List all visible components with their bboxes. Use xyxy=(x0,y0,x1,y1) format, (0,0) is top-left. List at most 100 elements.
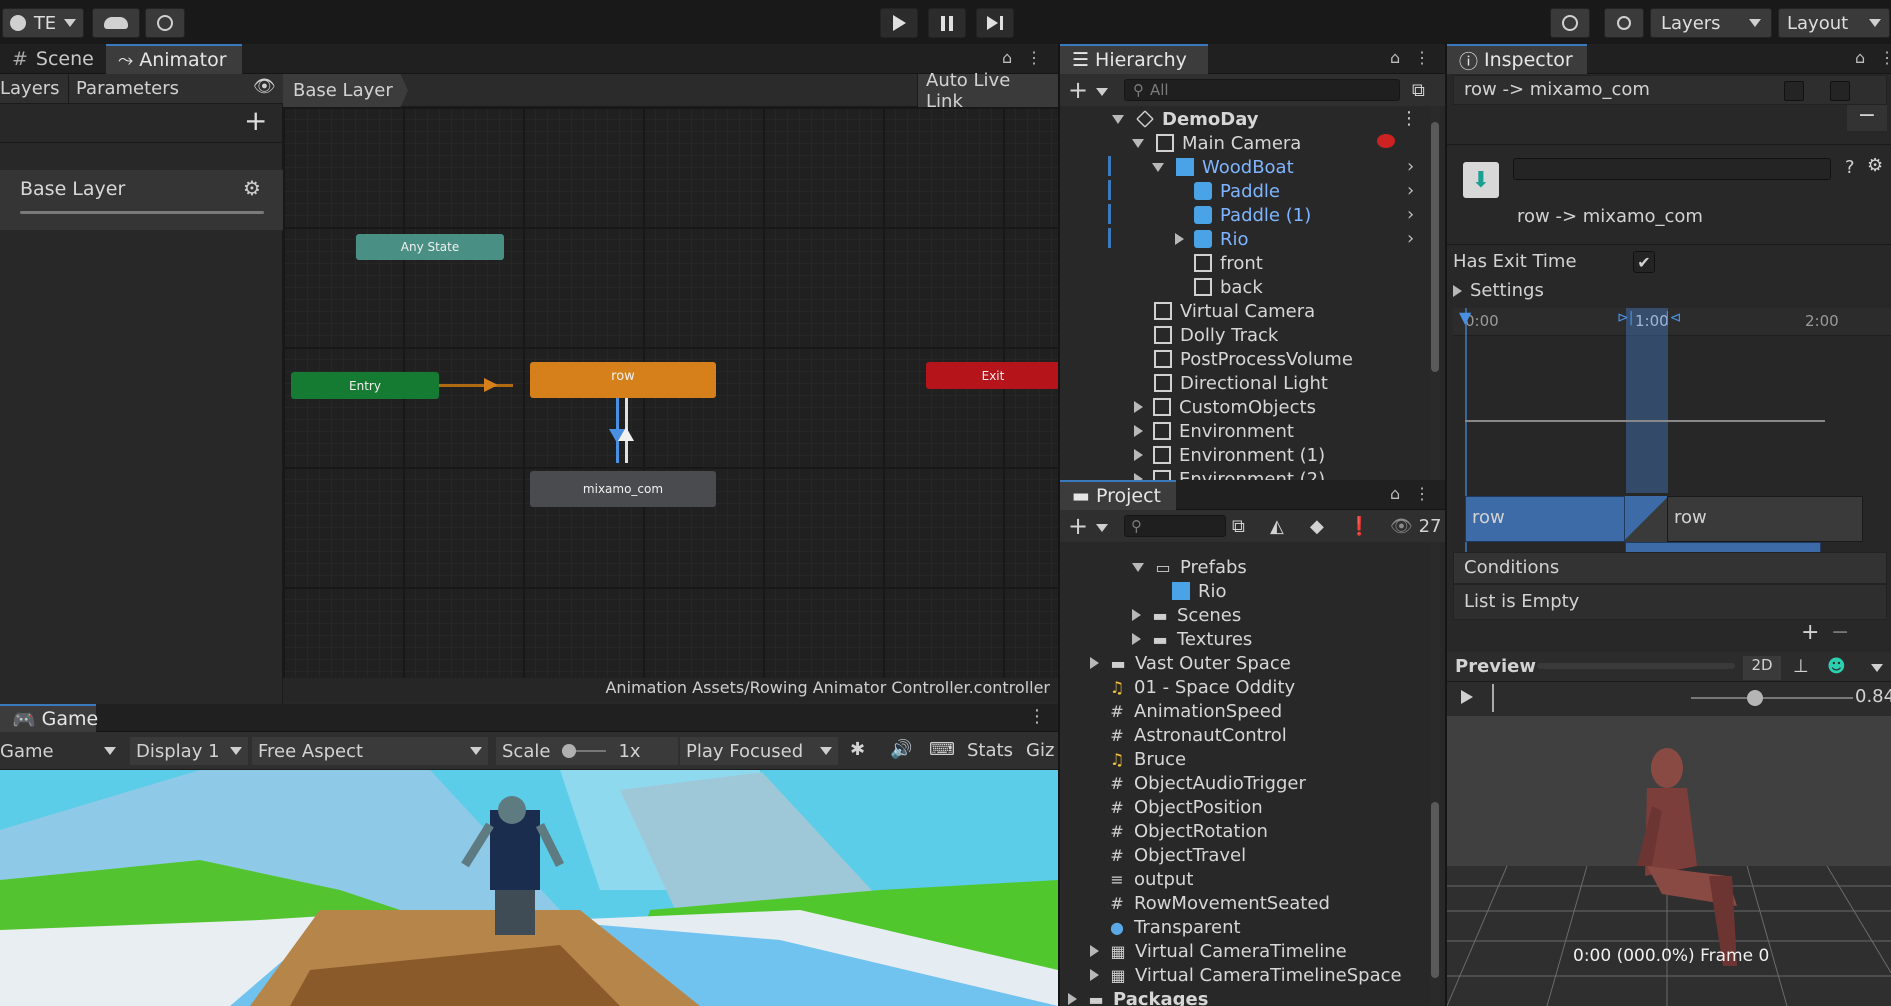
expand-icon[interactable] xyxy=(1112,114,1124,124)
more-options-icon[interactable]: ⋮ xyxy=(1414,484,1430,503)
chevron-down-icon[interactable] xyxy=(1871,664,1883,672)
play-focused-dropdown[interactable]: Play Focused xyxy=(680,737,838,765)
has-exit-time-checkbox[interactable]: ✔ xyxy=(1633,251,1655,273)
mute-checkbox[interactable] xyxy=(1830,81,1850,101)
filter-by-type-icon[interactable]: ◭ xyxy=(1270,516,1284,537)
tab-hierarchy[interactable]: ☰ Hierarchy xyxy=(1060,44,1208,74)
game-view-dropdown[interactable]: Game xyxy=(0,737,122,765)
add-layer-button[interactable]: + xyxy=(244,104,267,137)
add-button[interactable]: + xyxy=(1068,512,1088,540)
project-item-bruce[interactable]: ♫ Bruce xyxy=(1108,747,1186,771)
hierarchy-item-demoday[interactable]: DemoDay xyxy=(1112,107,1259,131)
expand-icon[interactable] xyxy=(1175,233,1184,245)
hierarchy-item-front[interactable]: front xyxy=(1194,251,1263,275)
hierarchy-scrollbar[interactable] xyxy=(1430,106,1440,480)
animator-graph[interactable]: Any State Entry row Exit mixamo_com xyxy=(283,107,1060,702)
layout-dropdown[interactable]: Layout xyxy=(1778,8,1890,38)
expand-icon[interactable] xyxy=(1132,633,1141,645)
transition-duration-region[interactable] xyxy=(1626,308,1668,493)
eye-icon[interactable]: 👁 xyxy=(253,76,276,97)
expand-icon[interactable] xyxy=(1134,449,1143,461)
more-options-icon[interactable]: ⋮ xyxy=(1879,48,1891,67)
expand-icon[interactable] xyxy=(1132,138,1144,148)
project-item-vast-outer-space[interactable]: ▬ Vast Outer Space xyxy=(1090,651,1291,675)
lock-icon[interactable]: ⌂ xyxy=(1390,484,1400,503)
pause-button[interactable] xyxy=(928,8,966,38)
solo-checkbox[interactable] xyxy=(1784,81,1804,101)
stats-button[interactable]: Stats xyxy=(967,740,1013,761)
expand-icon[interactable] xyxy=(1132,562,1144,572)
hierarchy-item-environment[interactable]: Environment xyxy=(1134,419,1294,443)
state-mixamo-com[interactable]: mixamo_com xyxy=(530,471,716,507)
more-options-icon[interactable]: ⋮ xyxy=(1414,48,1430,67)
breadcrumb[interactable]: Base Layer xyxy=(283,74,408,107)
project-item-astronautcontrol[interactable]: # AstronautControl xyxy=(1108,723,1286,747)
play-button[interactable] xyxy=(880,8,918,38)
hierarchy-item-virtual-camera[interactable]: Virtual Camera xyxy=(1154,299,1315,323)
chevron-right-icon[interactable]: › xyxy=(1407,180,1414,201)
aspect-dropdown[interactable]: Free Aspect xyxy=(252,737,488,765)
cloud-button[interactable] xyxy=(92,8,140,38)
tab-layers[interactable]: Layers xyxy=(0,78,60,99)
entry-transition-line[interactable] xyxy=(439,384,513,387)
project-item-space-oddity[interactable]: ♫ 01 - Space Oddity xyxy=(1108,675,1295,699)
preview-2d-button[interactable]: 2D xyxy=(1743,656,1781,680)
tab-animator[interactable]: ⤳ Animator xyxy=(106,44,242,74)
hierarchy-item-back[interactable]: back xyxy=(1194,275,1263,299)
expand-icon[interactable] xyxy=(1090,969,1099,981)
settings-foldout[interactable]: Settings xyxy=(1453,280,1544,301)
transition-name-input[interactable] xyxy=(1513,158,1831,180)
preview-speed-slider[interactable] xyxy=(1691,690,1853,706)
chevron-down-icon[interactable] xyxy=(1096,524,1108,532)
auto-live-link-button[interactable]: Auto Live Link xyxy=(917,70,1058,112)
lock-icon[interactable]: ⌂ xyxy=(1855,48,1865,67)
preview-viewport[interactable]: 0:00 (000.0%) Frame 0 xyxy=(1447,716,1891,1006)
expand-icon[interactable] xyxy=(1134,401,1143,413)
project-search-input[interactable]: ⚲ xyxy=(1124,515,1226,537)
collab-button[interactable] xyxy=(145,8,185,38)
clip-row-source[interactable]: row xyxy=(1465,496,1625,542)
hierarchy-item-paddle[interactable]: Paddle xyxy=(1194,179,1280,203)
step-button[interactable] xyxy=(976,8,1014,38)
expand-icon[interactable] xyxy=(1090,657,1099,669)
tab-scene[interactable]: # Scene xyxy=(0,44,106,74)
pivot-icon[interactable]: ⊥ xyxy=(1793,656,1809,677)
project-item-transparent[interactable]: ● Transparent xyxy=(1108,915,1241,939)
chevron-right-icon[interactable]: › xyxy=(1407,204,1414,225)
project-item-rowmovementseated[interactable]: # RowMovementSeated xyxy=(1108,891,1330,915)
keyboard-icon[interactable]: ⌨ xyxy=(929,739,955,760)
project-item-virtual-cameratimeline[interactable]: ▦ Virtual CameraTimeline xyxy=(1090,939,1347,963)
project-item-animationspeed[interactable]: # AnimationSpeed xyxy=(1108,699,1282,723)
project-item-scenes[interactable]: ▬ Scenes xyxy=(1132,603,1241,627)
state-row[interactable]: row xyxy=(530,362,716,398)
hierarchy-item-environment-2[interactable]: Environment (2) xyxy=(1134,467,1325,480)
gear-icon[interactable]: ⚙ xyxy=(1867,155,1883,176)
preview-play-icon[interactable] xyxy=(1461,690,1473,704)
project-item-objectaudiotrigger[interactable]: # ObjectAudioTrigger xyxy=(1108,771,1306,795)
layer-weight-slider[interactable] xyxy=(20,211,264,214)
hierarchy-search-input[interactable]: ⚲ All xyxy=(1124,79,1400,101)
more-options-icon[interactable]: ⋮ xyxy=(1028,706,1046,727)
chevron-down-icon[interactable] xyxy=(1096,88,1108,96)
clip-row-continue[interactable]: row xyxy=(1667,496,1863,542)
expand-icon[interactable] xyxy=(1134,473,1143,480)
tab-inspector[interactable]: ⓘ Inspector xyxy=(1447,44,1587,74)
hierarchy-item-environment-1[interactable]: Environment (1) xyxy=(1134,443,1325,467)
remove-condition-button[interactable]: − xyxy=(1831,620,1849,645)
speaker-icon[interactable]: 🔊 xyxy=(890,739,912,760)
gizmos-button[interactable]: Giz xyxy=(1026,740,1054,761)
search-button[interactable] xyxy=(1604,8,1644,38)
lock-icon[interactable]: ⌂ xyxy=(1002,48,1012,67)
remove-transition-button[interactable]: − xyxy=(1847,105,1887,131)
chevron-right-icon[interactable]: › xyxy=(1407,228,1414,249)
camera-warning-icon[interactable] xyxy=(1377,134,1395,148)
expand-icon[interactable] xyxy=(1068,993,1077,1005)
history-button[interactable] xyxy=(1550,8,1590,38)
tab-game[interactable]: 🎮 Game xyxy=(0,704,98,732)
scale-slider[interactable]: Scale 1x xyxy=(496,737,678,765)
more-options-icon[interactable]: ⋮ xyxy=(1026,48,1042,67)
expand-icon[interactable] xyxy=(1132,609,1141,621)
tab-project[interactable]: ▬ Project xyxy=(1060,480,1176,510)
transition-timeline[interactable]: 0:00 1:00 2:00 ▼ ⊳| |⊲ row row mixamo_co… xyxy=(1453,308,1891,578)
project-item-prefabs[interactable]: ▭ Prefabs xyxy=(1132,555,1247,579)
